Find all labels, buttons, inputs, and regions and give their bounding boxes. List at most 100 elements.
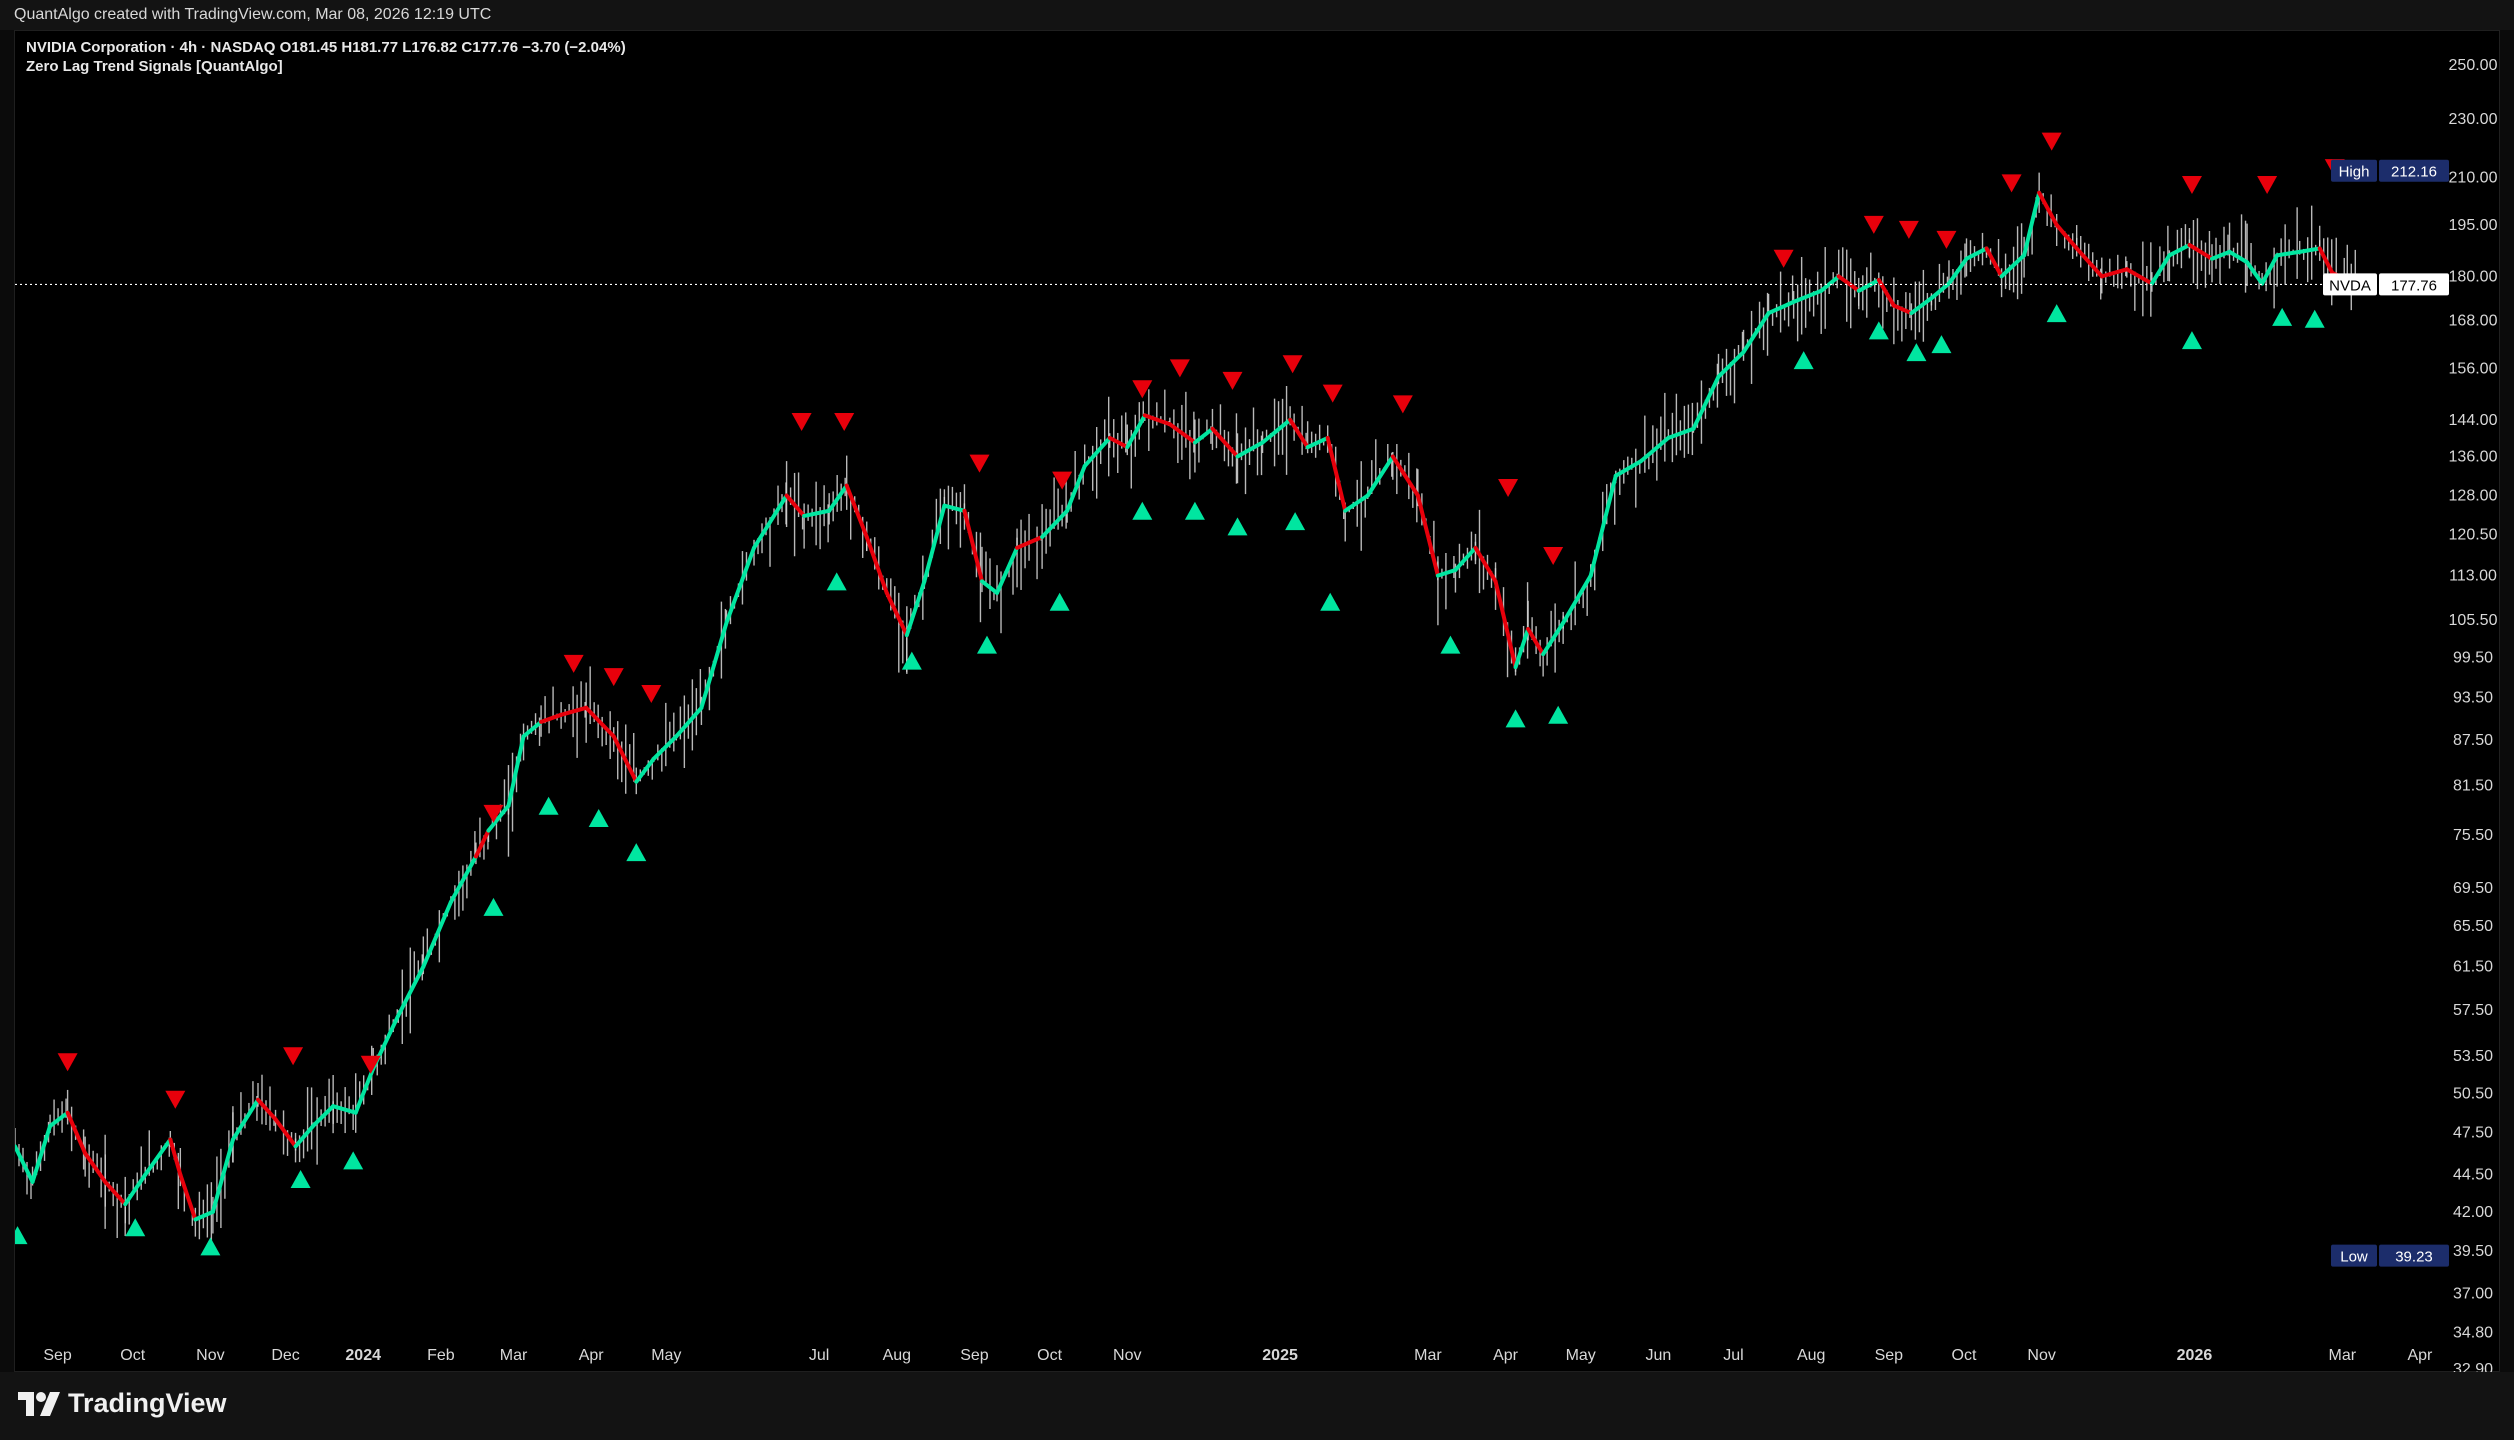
buy-signal-triangle [1440, 635, 1461, 654]
y-tick-label: 61.50 [2453, 959, 2493, 976]
trend-segment-bullish [1513, 626, 1531, 670]
x-tick-label: 2025 [1262, 1347, 1298, 1364]
trend-segment-bullish [1453, 545, 1478, 572]
y-tick-label: 57.50 [2453, 1002, 2493, 1019]
badge-value: 177.76 [2391, 277, 2437, 294]
buy-signal-triangle [290, 1169, 311, 1188]
y-tick-label: 144.00 [2449, 412, 2498, 429]
trend-segment-bullish [634, 756, 656, 784]
trend-segment-bullish [15, 1144, 35, 1184]
indicator-name[interactable]: Zero Lag Trend Signals [QuantAlgo] [26, 57, 626, 76]
trend-segment-bullish [1964, 246, 1989, 261]
buy-signal-triangle [1285, 512, 1306, 531]
x-tick-label: Oct [1952, 1347, 1977, 1364]
x-tick-label: Sep [960, 1347, 989, 1364]
buy-signal-triangle [1132, 501, 1153, 520]
trend-segment-bullish [1588, 473, 1618, 578]
trend-segment-bearish [103, 1179, 128, 1207]
sell-signal-triangle [2181, 175, 2202, 194]
x-tick-label: Oct [120, 1347, 145, 1364]
trend-segment-bullish [724, 545, 757, 625]
y-tick-label: 99.50 [2453, 649, 2493, 666]
trend-segment-bullish [230, 1097, 260, 1142]
buy-signal-triangle [1793, 351, 1814, 370]
trend-segment-bearish [1288, 417, 1310, 450]
y-tick-label: 47.50 [2453, 1125, 2493, 1142]
trend-segment-bullish [904, 579, 927, 638]
buy-signal-triangle [1184, 501, 1205, 520]
footer: TradingView [0, 1372, 2514, 1440]
buy-signal-triangle [483, 897, 504, 916]
x-tick-label: Sep [43, 1347, 72, 1364]
trend-segment-bullish [922, 503, 947, 584]
chart-credit: QuantAlgo created with TradingView.com, … [14, 6, 492, 23]
trend-segment-bearish [65, 1110, 88, 1156]
x-tick-label: 2026 [2177, 1347, 2213, 1364]
chart-frame[interactable]: 270.00250.00230.00210.00195.00180.00168.… [14, 30, 2501, 1373]
x-tick-label: May [651, 1347, 681, 1364]
trend-segment-bullish [1125, 413, 1147, 450]
sell-signal-triangle [1282, 355, 1303, 374]
y-tick-label: 113.00 [2449, 568, 2497, 585]
trend-segment-bullish [311, 1104, 336, 1128]
trend-segment-bullish [1343, 493, 1370, 513]
buy-signal-triangle [901, 651, 922, 670]
tradingview-logo[interactable]: TradingView [16, 1388, 227, 1419]
trend-segment-bearish [884, 590, 909, 638]
trend-segment-bearish [178, 1172, 198, 1222]
trend-segment-bullish [30, 1123, 53, 1184]
buy-signal-triangle [200, 1237, 221, 1256]
x-tick-label: Apr [2407, 1347, 2433, 1364]
trend-segment-bullish [2149, 253, 2172, 286]
x-tick-label: Apr [1493, 1347, 1519, 1364]
y-tick-label: 93.50 [2453, 689, 2493, 706]
buy-signal-triangle [15, 1226, 28, 1245]
sell-signal-triangle [1543, 547, 1564, 566]
buy-signal-triangle [1868, 321, 1889, 340]
x-tick-label: Sep [1875, 1347, 1904, 1364]
trend-segment-bullish [942, 503, 967, 513]
buy-signal-triangle [1049, 592, 1070, 611]
sell-signal-triangle [1322, 384, 1343, 403]
sell-signal-triangle [1498, 479, 1519, 498]
price-chart[interactable]: 270.00250.00230.00210.00195.00180.00168.… [15, 31, 2501, 1373]
x-tick-label: Jul [1723, 1347, 1743, 1364]
buy-signal-triangle [826, 572, 847, 591]
sell-signal-triangle [2001, 174, 2022, 193]
trend-segment-bearish [1836, 274, 1861, 293]
trend-segment-bullish [1909, 296, 1934, 316]
y-tick-label: 39.50 [2453, 1243, 2493, 1260]
buy-signal-triangle [2304, 309, 2325, 328]
current-price-badge: NVDA 177.76 [2323, 273, 2449, 296]
trend-segment-bearish [1415, 493, 1440, 578]
sell-signal-triangle [641, 684, 662, 703]
trend-segment-bearish [2054, 222, 2079, 251]
trend-segment-bearish [2317, 246, 2335, 275]
y-tick-label: 168.00 [2449, 313, 2498, 330]
x-tick-label: Mar [500, 1347, 528, 1364]
buy-signal-triangle [626, 843, 647, 862]
trend-segment-bullish [353, 1066, 376, 1115]
sell-signal-triangle [834, 413, 855, 432]
y-tick-label: 156.00 [2449, 360, 2498, 377]
x-tick-label: Mar [2328, 1347, 2356, 1364]
sell-signal-triangle [1936, 230, 1957, 249]
x-tick-label: 2024 [345, 1347, 381, 1364]
buy-signal-triangle [2272, 307, 2293, 326]
buy-signal-triangle [1320, 592, 1341, 611]
trend-segment-bearish [1891, 303, 1914, 316]
x-tick-label: Nov [1113, 1347, 1141, 1364]
trend-segment-bullish [123, 1172, 148, 1207]
symbol-info[interactable]: NVIDIA Corporation · 4h · NASDAQ O181.45… [26, 38, 626, 57]
x-tick-label: May [1566, 1347, 1596, 1364]
trend-segment-bullish [506, 734, 526, 808]
trend-segment-bullish [2227, 249, 2250, 265]
y-tick-label: 210.00 [2449, 169, 2498, 186]
trend-segment-bearish [1473, 545, 1498, 584]
badge-name: NVDA [2329, 277, 2371, 294]
trend-segment-bearish [962, 508, 984, 584]
trend-segment-bullish [1192, 426, 1215, 445]
sell-signal-triangle [791, 413, 812, 432]
buy-signal-triangle [1548, 705, 1569, 724]
trend-segment-bearish [784, 493, 807, 518]
